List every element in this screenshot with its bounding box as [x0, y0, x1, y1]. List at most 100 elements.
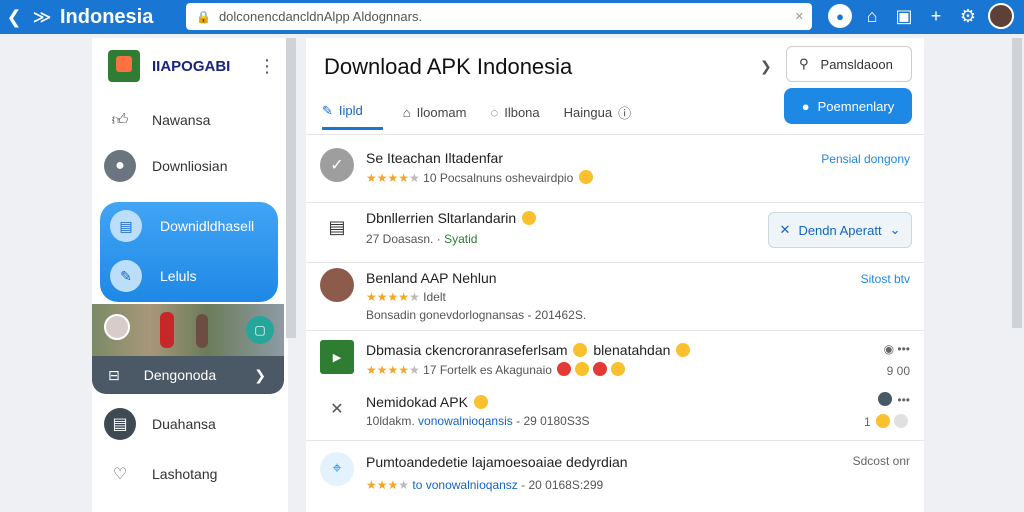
emoji-icon	[878, 392, 893, 406]
close-icon: ✕	[330, 401, 344, 418]
divider	[306, 202, 924, 203]
photo-person	[160, 312, 174, 348]
flame-icon	[578, 170, 593, 184]
book-icon: ▤	[104, 408, 136, 440]
list-item[interactable]: ⌖ Pumtoandedetie lajamoesoaiae dedyrdian…	[306, 448, 924, 504]
emoji-icon	[573, 343, 588, 357]
info-icon: ⓘ	[618, 105, 632, 121]
list-item[interactable]: ✕ Nemidokad APK 10ldakm. vonowalnioqansi…	[306, 390, 924, 440]
row-rating: 17 Fortelk	[423, 363, 477, 377]
tab-iipld[interactable]: ✎ Iipld	[322, 94, 383, 130]
sidebar-active-group: ▤ Downidldhasell ✎ Leluls	[100, 202, 278, 302]
row-title: Benland AAP Nehlun	[366, 270, 497, 286]
tab-haingua[interactable]: Haingua ⓘ	[564, 94, 655, 130]
address-bar[interactable]: 🔒 dolconencdancldnAlpp Aldognnars. ✕	[186, 3, 812, 30]
home-icon[interactable]: ⌂	[860, 6, 884, 27]
chevron-right-icon[interactable]: ❯	[760, 58, 772, 75]
star-rating: ★★★★★	[366, 363, 420, 377]
star-icon[interactable]: ✕	[795, 10, 804, 23]
sidebar-item-label: Lashotang	[152, 466, 218, 482]
row-title-wrap: Dbmasia ckencroranraseferlsam blenatahda…	[366, 342, 692, 358]
row-right-meta: Sdcost onr	[852, 454, 910, 468]
row-right-link[interactable]: Pensial dongony	[821, 152, 910, 166]
tab-label: Iloomam	[416, 104, 467, 120]
sidebar-item-label: Downliosian	[152, 158, 228, 174]
more-vert-icon[interactable]: ⋮	[258, 56, 276, 77]
main-scrollbar[interactable]	[1012, 38, 1022, 328]
user-icon: ●	[104, 150, 136, 182]
row-title-suffix: blenatahdan	[593, 342, 671, 358]
app-logo-icon: ▶	[320, 340, 354, 374]
home-icon: ⌂	[402, 104, 411, 120]
back-icon[interactable]: ❮	[0, 7, 28, 28]
avatar	[320, 268, 354, 302]
row-meta: ★★★★★ 17 Fortelk es Akagunaio	[366, 362, 627, 377]
settings-icon[interactable]: ⚙	[956, 6, 980, 27]
sidebar-item-label: Leluls	[160, 268, 197, 284]
row-rating: Idelt	[423, 290, 446, 304]
search-button[interactable]: ⚲ Pamsldaoon	[786, 46, 912, 82]
row-sub: es Akagunaio	[479, 363, 552, 377]
top-app-bar: ❮ ≫ Indonesia 🔒 dolconencdancldnAlpp Ald…	[0, 0, 1024, 34]
chevron-down-icon: ⌄	[889, 222, 901, 237]
list-item[interactable]: Benland AAP Nehlun ★★★★★ Idelt Bonsadin …	[306, 268, 924, 328]
main-panel: Download APK Indonesia ❯ ⚲ Pamsldaoon ✎ …	[306, 38, 924, 512]
row-title: Dbnllerrien Sltarlandarin	[366, 210, 517, 226]
more-horiz-icon[interactable]: ◉ •••	[884, 342, 910, 356]
star-rating: ★★★★	[366, 478, 410, 492]
row-rating: 27 Doasasn.	[366, 232, 434, 246]
row-right-meta: 1	[864, 414, 910, 429]
sidebar-item-nawansa[interactable]: 👍︎ Nawansa	[104, 104, 211, 136]
chat-bubble-icon: ◌	[490, 104, 499, 120]
close-icon: ✕	[779, 222, 791, 237]
tab-ilbona[interactable]: ◌ Ilbona	[490, 94, 563, 130]
sidebar-item-duahansa[interactable]: ▤ Duahansa	[104, 408, 216, 440]
sidebar-scrollbar[interactable]	[286, 38, 296, 338]
emoji-icon	[876, 414, 890, 428]
document-icon: ▤	[110, 210, 142, 242]
toolbar-actions: ● ⌂ ▣ + ⚙	[828, 3, 1014, 29]
open-button[interactable]: ✕ Dendn Aperatt ⌄	[768, 212, 912, 248]
row-date: - 29 0180S3S	[516, 414, 590, 428]
avatar[interactable]	[988, 3, 1014, 29]
row-link[interactable]: vonowalnioqansis	[418, 414, 513, 428]
row-sub: Bonsadin gonevdorlognansas - 201462S.	[366, 308, 587, 322]
forward-icon[interactable]: ≫	[28, 7, 56, 28]
row-meta: ★★★★★ Idelt	[366, 290, 446, 304]
plus-icon[interactable]: +	[924, 6, 948, 27]
chat-icon[interactable]: ▢	[246, 316, 274, 344]
row-link[interactable]: to vonowalnioqansz	[412, 478, 517, 492]
sidebar: IIAPOGABI ⋮ 👍︎ Nawansa ● Downliosian ▤ D…	[92, 38, 288, 512]
sidebar-item-downidldhasell[interactable]: ▤ Downidldhasell	[110, 210, 254, 242]
thumbs-up-icon: 👍︎	[111, 111, 129, 129]
check-icon: ✓	[320, 148, 354, 182]
list-item[interactable]: ▶ Dbmasia ckencroranraseferlsam blenatah…	[306, 338, 924, 388]
primary-action-button[interactable]: ● Poemnenlary	[784, 88, 912, 124]
sidebar-item-downliosian[interactable]: ● Downliosian	[104, 150, 227, 182]
sidebar-item-dengonoda[interactable]: ⊟ Dengonoda ❯	[92, 356, 284, 394]
row-date: - 20 0168S:299	[521, 478, 604, 492]
brand[interactable]: IIAPOGABI	[108, 50, 230, 82]
car-icon: ⊟	[108, 366, 120, 383]
featured-photo[interactable]: ▢	[92, 304, 284, 356]
sidebar-item-label: Duahansa	[152, 416, 216, 432]
sidebar-item-leluls[interactable]: ✎ Leluls	[110, 260, 197, 292]
list-item[interactable]: ✓ Se Iteachan Iltadenfar ★★★★★ 10 Pocsal…	[306, 144, 924, 200]
pencil-icon: ✎	[322, 102, 333, 118]
sidebar-item-lashotang[interactable]: ♡ Lashotang	[104, 458, 218, 490]
tab-icon[interactable]: ▣	[892, 6, 916, 27]
tab-label: Ilbona	[504, 104, 540, 120]
heart-icon: ♡	[112, 466, 128, 483]
list-item[interactable]: ▤ Dbnllerrien Sltarlandarin 27 Doasasn. …	[306, 208, 924, 264]
row-right-link[interactable]: Sitost btv	[861, 272, 910, 286]
mic-icon[interactable]: ●	[828, 4, 852, 28]
photo-avatar	[104, 314, 130, 340]
row-status: Syatid	[444, 232, 478, 246]
row-rating: 10	[423, 171, 437, 185]
row-title: Se Iteachan Iltadenfar	[366, 150, 503, 166]
chevron-right-icon: ❯	[254, 366, 266, 383]
row-title: Nemidokad APK	[366, 394, 468, 410]
row-count: 1	[863, 415, 871, 429]
tab-bar: ✎ Iipld ⌂ Iloomam ◌ Ilbona Haingua ⓘ	[322, 94, 655, 130]
tab-iloomam[interactable]: ⌂ Iloomam	[403, 94, 491, 130]
